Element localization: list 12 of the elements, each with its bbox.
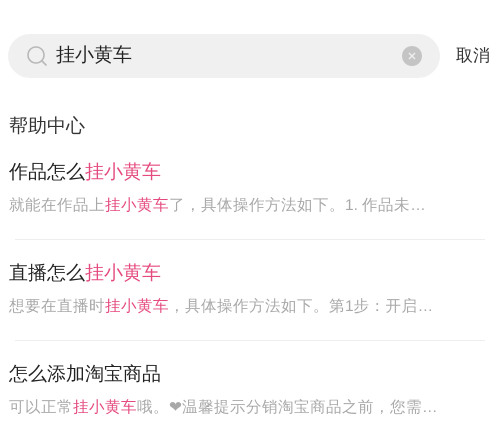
section-title: 帮助中心 (9, 115, 86, 139)
result-title: 直播怎么挂小黄车 (9, 262, 161, 286)
result-title: 怎么添加淘宝商品 (9, 363, 161, 387)
search-icon (26, 45, 48, 67)
result-snippet: 可以正常挂小黄车哦。❤温馨提示分销淘宝商品之前，您需… (9, 398, 438, 418)
search-field[interactable]: 挂小黄车 (8, 34, 440, 78)
result-snippet: 想要在直播时挂小黄车，具体操作方法如下。第1步：开启… (9, 297, 434, 317)
result-snippet: 就能在作品上挂小黄车了，具体操作方法如下。1. 作品未… (9, 196, 426, 216)
search-query: 挂小黄车 (56, 44, 132, 68)
clear-icon[interactable] (402, 46, 422, 66)
result-title: 作品怎么挂小黄车 (9, 161, 161, 185)
cancel-button[interactable]: 取消 (456, 43, 490, 69)
